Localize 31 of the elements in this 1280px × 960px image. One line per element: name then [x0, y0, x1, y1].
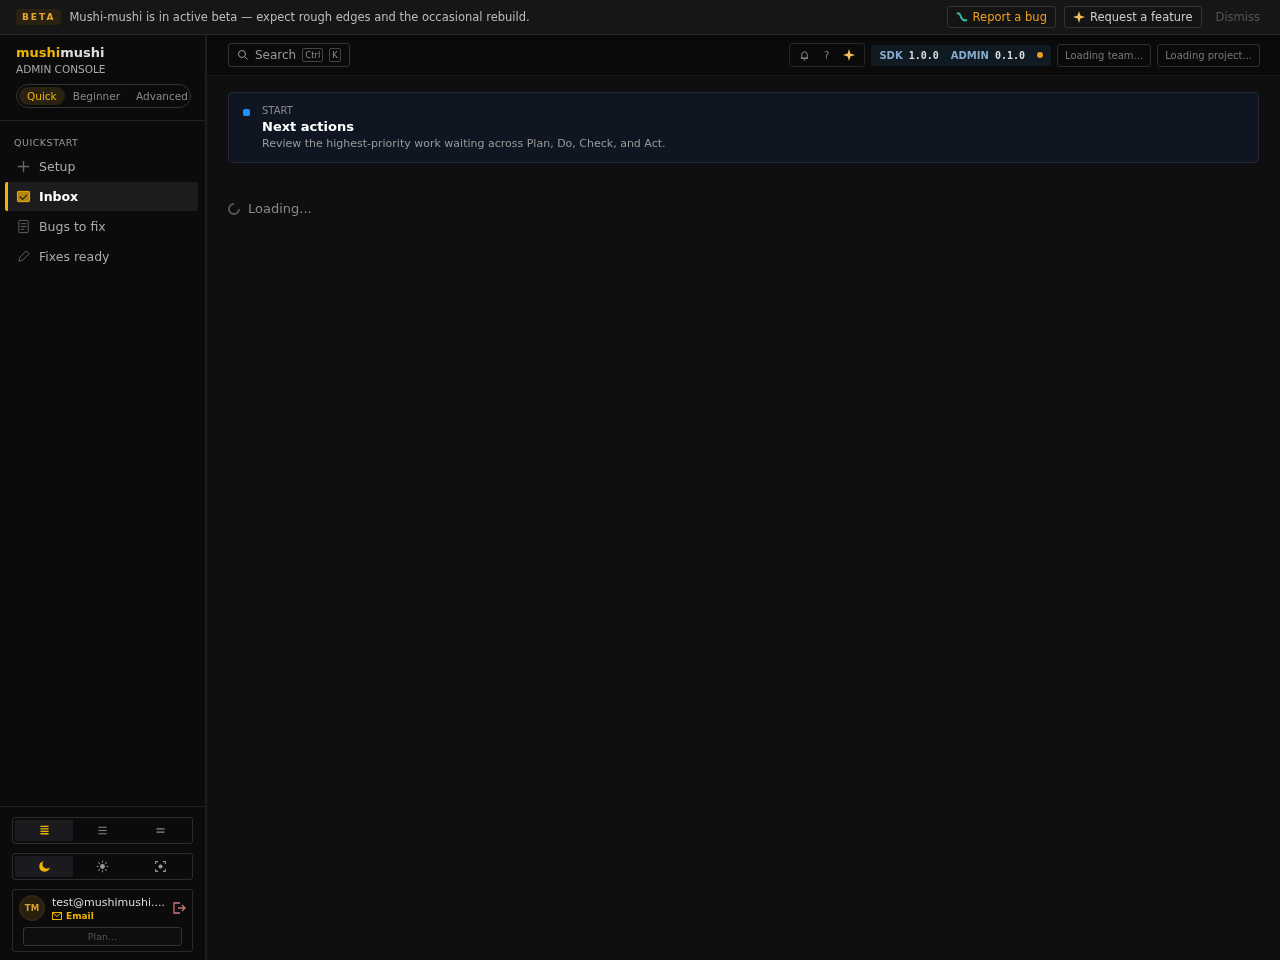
user-email: test@mushimushi.... [52, 895, 165, 909]
version-number: 1.0.0 [908, 49, 939, 61]
beta-badge: BETA [16, 9, 62, 25]
loading-text: Loading... [248, 201, 312, 216]
mode-tab[interactable]: Advanced [128, 87, 196, 105]
auth-method: Email [52, 910, 165, 921]
version-number: 0.1.0 [994, 49, 1025, 61]
card-description: Review the highest-priority work waiting across Plan, Do, Check, and Act. [262, 137, 666, 150]
shortcut-key: K [329, 48, 341, 62]
mode-tab[interactable]: Quick [19, 87, 65, 105]
console-subtitle: ADMIN CONSOLE [16, 63, 107, 75]
report-bug-button[interactable]: Report a bug [946, 6, 1056, 28]
project-selector[interactable]: Loading project... [1157, 43, 1260, 67]
team-selector[interactable]: Loading team... [1057, 43, 1152, 67]
card-eyebrow: START [262, 105, 294, 116]
help-button[interactable]: ? [824, 49, 830, 61]
brand-logo: mushimushi [16, 45, 106, 60]
beta-message: Mushi-mushi is in active beta — expect rough edges and the occasional rebuild. [69, 10, 531, 24]
request-feature-button[interactable]: Request a feature [1063, 6, 1202, 28]
search-field[interactable]: Search Ctrl K [228, 43, 350, 67]
version-name: SDK [879, 49, 903, 61]
card-title: Next actions [262, 119, 355, 134]
mode-tab[interactable]: Beginner [64, 87, 129, 105]
user-avatar: TM [19, 895, 45, 921]
shortcut-key: Ctrl [302, 48, 324, 62]
nav-item[interactable]: Inbox [5, 182, 198, 211]
version-name: ADMIN [950, 49, 989, 61]
nav-item[interactable]: Bugs to fix [5, 212, 198, 241]
section-heading: QUICKSTART [14, 137, 80, 148]
nav-item[interactable]: Setup [5, 152, 198, 181]
nav-item[interactable]: Fixes ready [5, 242, 198, 271]
